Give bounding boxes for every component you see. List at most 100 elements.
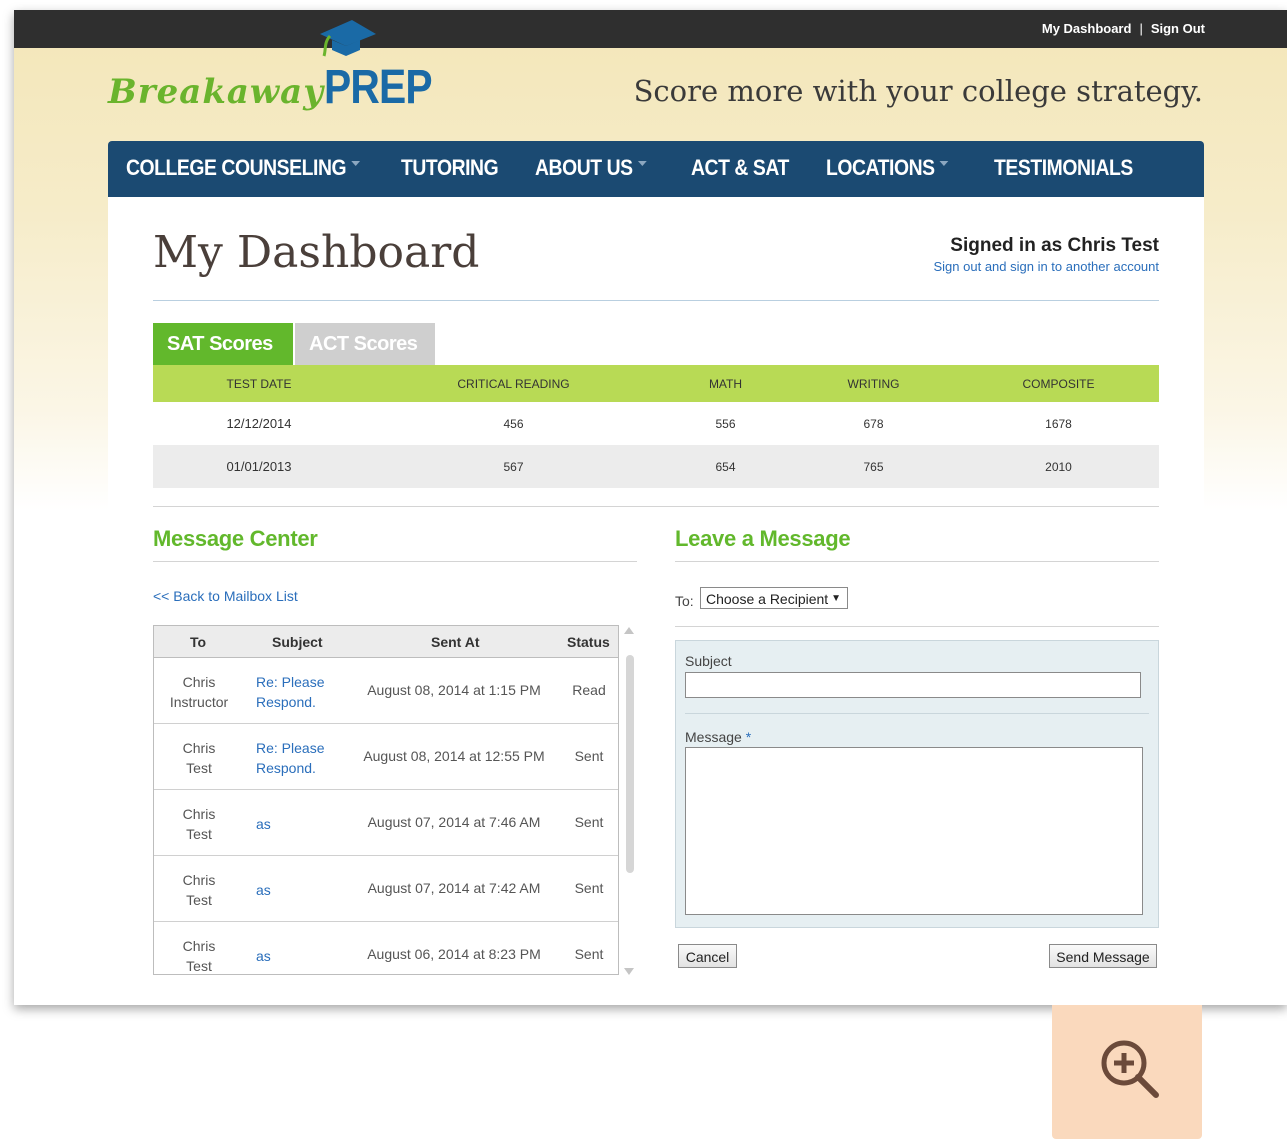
reading-cell: 456 — [503, 416, 524, 431]
nav-item-college-counseling[interactable]: COLLEGE COUNSELING — [126, 155, 361, 181]
nav-item-act-sat[interactable]: ACT & SAT — [691, 155, 789, 181]
tab-act-scores[interactable]: ACT Scores — [295, 323, 435, 365]
chevron-down-icon — [939, 160, 949, 166]
recipient-select[interactable]: Choose a Recipient ▼ — [700, 587, 848, 609]
scroll-thumb[interactable] — [626, 655, 634, 873]
test-date-cell: 12/12/2014 — [226, 416, 292, 431]
chevron-down-icon — [351, 160, 361, 166]
nav-item-tutoring[interactable]: TUTORING — [401, 155, 499, 181]
subject-link[interactable]: Re: Please Respond. — [256, 738, 324, 778]
recipient-last: Test — [186, 958, 212, 974]
divider — [685, 713, 1149, 714]
table-row[interactable]: Chris Test as August 06, 2014 at 8:23 PM … — [154, 922, 618, 974]
status-cell: Read — [572, 682, 606, 698]
sent-at-cell: August 06, 2014 at 8:23 PM — [367, 946, 541, 962]
column-header: To — [190, 634, 207, 650]
back-to-mailbox-link[interactable]: << Back to Mailbox List — [153, 588, 298, 604]
recipient-select-value: Choose a Recipient — [706, 591, 829, 607]
nav-label: COLLEGE COUNSELING — [126, 155, 347, 180]
recipient-last: Test — [186, 760, 212, 776]
subject-link[interactable]: as — [256, 880, 271, 900]
subject-link[interactable]: as — [256, 814, 271, 834]
status-cell: Sent — [574, 814, 604, 830]
reading-cell: 567 — [365, 445, 662, 488]
recipient-cell: Chris Test — [154, 936, 244, 974]
recipient-first: Chris — [182, 938, 216, 954]
message-label-text: Message — [685, 729, 742, 745]
table-row[interactable]: Chris Test Re: Please Respond. August 08, … — [154, 724, 618, 790]
message-textarea[interactable] — [685, 747, 1143, 915]
composite-cell: 2010 — [958, 445, 1159, 488]
column-header: Sent At — [431, 634, 480, 650]
status-cell: Sent — [574, 880, 604, 896]
logo-bold-text: PREP — [324, 61, 433, 114]
to-label: To: — [675, 593, 694, 609]
nav-label: LOCATIONS — [826, 155, 935, 180]
table-row: 12/12/2014 456 556 678 1678 — [153, 402, 1159, 445]
recipient-last: Test — [186, 826, 212, 842]
my-dashboard-link[interactable]: My Dashboard — [1042, 21, 1132, 36]
table-row: 01/01/2013 567 654 765 2010 — [153, 445, 1159, 488]
subject-label: Subject — [685, 653, 732, 669]
switch-account-link[interactable]: Sign out and sign in to another account — [934, 259, 1160, 274]
scores-table: TEST DATE CRITICAL READING MATH WRITING … — [153, 365, 1159, 488]
nav-label: ABOUT US — [535, 155, 633, 180]
column-header: TEST DATE — [153, 365, 365, 402]
chevron-down-icon — [637, 160, 647, 166]
divider — [675, 561, 1159, 562]
subject-line: Re: Please — [256, 674, 325, 690]
message-label: Message * — [685, 729, 751, 745]
sign-out-link[interactable]: Sign Out — [1151, 21, 1205, 36]
send-message-button[interactable]: Send Message — [1049, 944, 1157, 968]
nav-item-about-us[interactable]: ABOUT US — [535, 155, 647, 181]
main-nav: COLLEGE COUNSELING TUTORING ABOUT US ACT… — [108, 141, 1204, 197]
table-row[interactable]: Chris Test as August 07, 2014 at 7:46 AM … — [154, 790, 618, 856]
recipient-cell: Chris Instructor — [154, 672, 244, 712]
scroll-down-arrow-icon[interactable] — [624, 968, 634, 975]
sent-at-cell: August 08, 2014 at 12:55 PM — [363, 748, 545, 764]
recipient-first: Chris — [182, 740, 216, 756]
subject-link[interactable]: Re: Please Respond. — [256, 672, 324, 712]
page-title: My Dashboard — [153, 227, 480, 278]
column-header: Subject — [272, 634, 323, 650]
site-logo[interactable]: Breakaway PREP — [106, 20, 456, 120]
cancel-button[interactable]: Cancel — [678, 944, 737, 968]
sent-at-cell: August 07, 2014 at 7:42 AM — [367, 880, 541, 896]
link-separator: | — [1139, 21, 1143, 36]
logo-script-text: Breakaway — [108, 72, 324, 112]
scores-header-row: TEST DATE CRITICAL READING MATH WRITING … — [153, 365, 1159, 402]
subject-field[interactable] — [685, 672, 1141, 698]
subject-link[interactable]: as — [256, 946, 271, 966]
recipient-last: Test — [186, 892, 212, 908]
test-date-cell: 01/01/2013 — [153, 445, 365, 488]
main-content: My Dashboard Signed in as Chris Test Sig… — [108, 197, 1204, 1005]
recipient-first: Chris — [182, 674, 216, 690]
nav-label: ACT & SAT — [691, 155, 789, 180]
zoom-in-icon — [1101, 1040, 1159, 1098]
column-header: CRITICAL READING — [365, 365, 662, 402]
signed-in-name: Signed in as Chris Test — [950, 235, 1159, 256]
column-header: Status — [567, 634, 610, 650]
recipient-cell: Chris Test — [154, 870, 244, 910]
recipient-first: Chris — [182, 872, 216, 888]
scroll-up-arrow-icon[interactable] — [624, 627, 634, 634]
table-row[interactable]: Chris Test as August 07, 2014 at 7:42 AM … — [154, 856, 618, 922]
table-row[interactable]: Chris Instructor Re: Please Respond. Augus… — [154, 658, 618, 724]
divider — [153, 300, 1159, 301]
nav-item-testimonials[interactable]: TESTIMONIALS — [994, 155, 1133, 181]
nav-label: TESTIMONIALS — [994, 155, 1133, 180]
browser-page: My Dashboard | Sign Out Breakaway PREP Sco… — [14, 10, 1287, 1005]
required-mark: * — [745, 729, 752, 745]
column-header: MATH — [662, 365, 789, 402]
zoom-button[interactable] — [1052, 1005, 1202, 1139]
message-center-title: Message Center — [153, 526, 318, 551]
leave-message-title: Leave a Message — [675, 526, 851, 551]
signed-in-info: Signed in as Chris Test Sign out and sig… — [934, 235, 1160, 274]
math-cell: 556 — [715, 416, 736, 431]
recipient-cell: Chris Test — [154, 738, 244, 778]
nav-item-locations[interactable]: LOCATIONS — [826, 155, 949, 181]
divider — [153, 561, 637, 562]
tab-sat-scores[interactable]: SAT Scores — [153, 323, 293, 365]
recipient-cell: Chris Test — [154, 804, 244, 844]
mailbox-scrollbar[interactable] — [619, 625, 639, 975]
